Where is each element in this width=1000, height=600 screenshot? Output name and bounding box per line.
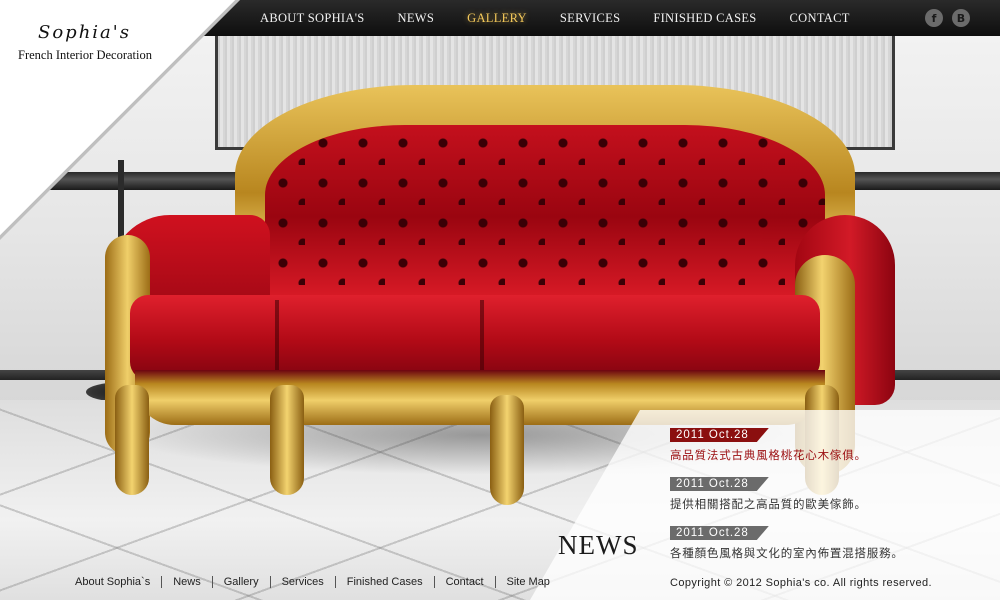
nav-item-gallery[interactable]: GALLERY	[467, 11, 527, 26]
news-heading: NEWS	[558, 530, 639, 560]
news-item[interactable]: 2011 Oct.28 各種顏色風格與文化的室內佈置混搭服務。	[670, 523, 904, 561]
logo-wordmark[interactable]: Sophia's	[38, 22, 131, 43]
footer-link-contact[interactable]: Contact	[446, 576, 484, 588]
sofa-leg	[490, 395, 524, 505]
footer-divider	[433, 576, 435, 588]
facebook-icon[interactable]: f	[925, 9, 943, 27]
footer-divider	[269, 576, 271, 588]
sofa-seat-split	[480, 300, 484, 375]
nav-item-news[interactable]: NEWS	[398, 11, 435, 26]
nav-item-finished-cases[interactable]: FINISHED CASES	[653, 11, 756, 26]
footer-link-about[interactable]: About Sophia`s	[75, 576, 150, 588]
sofa-seat-split	[275, 300, 279, 375]
footer-divider	[494, 576, 496, 588]
news-date: 2011 Oct.28	[670, 428, 769, 442]
footer-link-news[interactable]: News	[173, 576, 201, 588]
main-nav: ABOUT SOPHIA'S NEWS GALLERY SERVICES FIN…	[260, 0, 883, 36]
footer-nav: About Sophia`s News Gallery Services Fin…	[75, 576, 550, 588]
news-text[interactable]: 提供相關搭配之高品質的歐美傢飾。	[670, 496, 867, 512]
social-links: f B	[925, 9, 970, 27]
news-item[interactable]: 2011 Oct.28 提供相關搭配之高品質的歐美傢飾。	[670, 474, 867, 512]
footer-link-services[interactable]: Services	[282, 576, 324, 588]
news-text[interactable]: 高品質法式古典風格桃花心木傢俱。	[670, 447, 867, 463]
nav-item-about[interactable]: ABOUT SOPHIA'S	[260, 11, 365, 26]
footer-link-gallery[interactable]: Gallery	[224, 576, 259, 588]
news-date: 2011 Oct.28	[670, 477, 769, 491]
news-date: 2011 Oct.28	[670, 526, 769, 540]
copyright-text: Copyright © 2012 Sophia's co. All rights…	[670, 577, 932, 589]
footer-link-site-map[interactable]: Site Map	[507, 576, 550, 588]
news-item[interactable]: 2011 Oct.28 高品質法式古典風格桃花心木傢俱。	[670, 425, 867, 463]
footer-link-finished-cases[interactable]: Finished Cases	[347, 576, 423, 588]
sofa-seat	[130, 295, 820, 380]
nav-item-services[interactable]: SERVICES	[560, 11, 620, 26]
logo-tagline: French Interior Decoration	[18, 48, 152, 62]
blogger-icon[interactable]: B	[952, 9, 970, 27]
nav-item-contact[interactable]: CONTACT	[790, 11, 850, 26]
sofa-leg	[270, 385, 304, 495]
footer-divider	[161, 576, 163, 588]
footer-divider	[334, 576, 336, 588]
news-text[interactable]: 各種顏色風格與文化的室內佈置混搭服務。	[670, 545, 904, 561]
sofa-leg	[115, 385, 149, 495]
footer-divider	[211, 576, 213, 588]
